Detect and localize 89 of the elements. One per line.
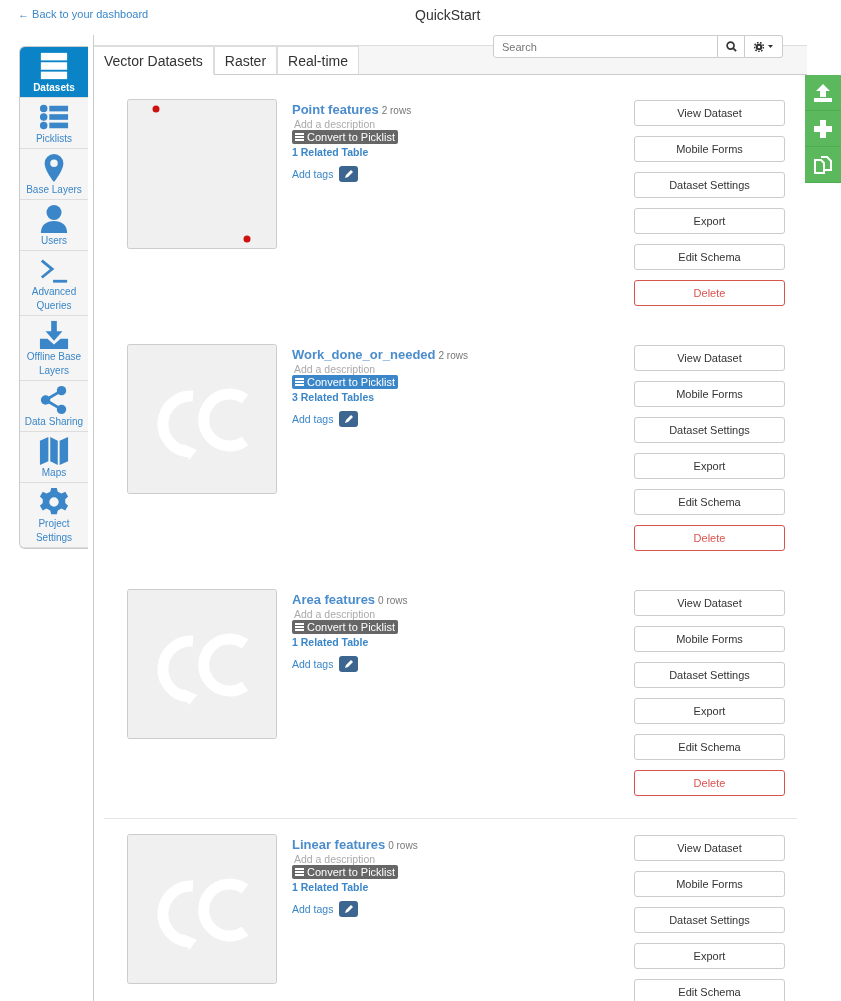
action-button[interactable]: Export [634,208,785,234]
settings-dropdown-button[interactable] [745,35,783,58]
add-tags-link[interactable]: Add tags [292,658,334,670]
related-tables-link[interactable]: 1 Related Table [292,636,369,648]
action-button[interactable]: View Dataset [634,100,785,126]
action-button[interactable]: Mobile Forms [634,136,785,162]
convert-to-picklist-button[interactable]: Convert to Picklist [292,375,399,389]
pencil-icon [343,904,354,914]
gear-icon [754,41,764,52]
dataset-name[interactable]: Work_done_or_needed [292,347,436,362]
description-placeholder[interactable]: Add a description [294,608,376,620]
gear-icon [39,487,69,517]
plus-icon [814,119,832,138]
action-button[interactable]: Mobile Forms [634,381,785,407]
delete-button[interactable]: Delete [634,280,785,306]
upload-icon [813,82,833,103]
caret-icon [768,45,773,48]
action-button[interactable]: Dataset Settings [634,907,785,933]
pencil-icon [343,414,354,424]
map-icon [39,436,69,466]
delete-button[interactable]: Delete [634,770,785,796]
action-button[interactable]: Edit Schema [634,244,785,270]
dataset-name[interactable]: Linear features [292,837,386,852]
sidebar-item[interactable]: Picklists [20,98,88,149]
page-title: QuickStart [415,7,481,23]
list-icon [295,378,304,386]
list-icon [39,102,69,132]
action-button[interactable]: Export [634,943,785,969]
description-placeholder[interactable]: Add a description [294,118,376,130]
dataset-name[interactable]: Point features [292,102,379,117]
sidebar-item[interactable]: Project Settings [20,483,88,548]
action-button[interactable]: View Dataset [634,345,785,371]
add-tags-link[interactable]: Add tags [292,413,334,425]
user-icon [39,204,69,234]
action-button[interactable]: Edit Schema [634,734,785,760]
sidebar-item[interactable]: Maps [20,432,88,483]
row-count: 0 rows [378,595,408,606]
pencil-icon [343,659,354,669]
edit-tags-button[interactable] [339,656,359,672]
sidebar-item[interactable]: Data Sharing [20,381,88,432]
action-button[interactable]: Mobile Forms [634,871,785,897]
action-button[interactable]: Mobile Forms [634,626,785,652]
action-button[interactable]: Edit Schema [634,489,785,515]
sidebar-item[interactable]: Users [20,200,88,251]
delete-button[interactable]: Delete [634,525,785,551]
convert-to-picklist-button[interactable]: Convert to Picklist [292,865,399,879]
sidebar-item[interactable]: Datasets [20,47,88,98]
search-field[interactable]: Search [493,35,718,58]
server-icon [39,51,69,81]
action-button[interactable]: Edit Schema [634,979,785,1001]
action-button[interactable]: Export [634,453,785,479]
row-count: 2 rows [438,350,468,361]
edit-tags-button[interactable] [339,166,359,182]
add-tags-link[interactable]: Add tags [292,903,334,915]
tab[interactable]: Raster [213,46,278,75]
search-button[interactable] [718,35,745,58]
list-icon [295,623,304,631]
related-tables-link[interactable]: 3 Related Tables [292,391,375,403]
action-button[interactable]: Dataset Settings [634,662,785,688]
action-button[interactable]: View Dataset [634,835,785,861]
search-icon [725,41,737,52]
action-button[interactable]: View Dataset [634,590,785,616]
row-count: 2 rows [381,105,412,116]
row-count: 0 rows [388,840,418,851]
copy-icon [813,154,833,175]
download-icon [39,320,69,350]
list-icon [295,868,304,876]
action-button[interactable]: Export [634,698,785,724]
sidebar-item[interactable]: Advanced Queries [20,251,88,316]
tab[interactable]: Real-time [277,46,359,75]
sidebar-item[interactable]: Offline Base Layers [20,316,88,381]
action-button[interactable]: Dataset Settings [634,417,785,443]
list-icon [295,133,304,141]
convert-to-picklist-button[interactable]: Convert to Picklist [292,130,399,144]
edit-tags-button[interactable] [339,901,359,917]
related-tables-link[interactable]: 1 Related Table [292,146,369,158]
action-button[interactable]: Dataset Settings [634,172,785,198]
add-tags-link[interactable]: Add tags [292,168,334,180]
description-placeholder[interactable]: Add a description [294,363,376,375]
pencil-icon [343,169,354,179]
related-tables-link[interactable]: 1 Related Table [292,881,369,893]
share-icon [39,385,69,415]
convert-to-picklist-button[interactable]: Convert to Picklist [292,620,399,634]
tab[interactable]: Vector Datasets [94,46,214,75]
edit-tags-button[interactable] [339,411,359,427]
description-placeholder[interactable]: Add a description [294,853,376,865]
back-link[interactable]: ← Back to your dashboard [18,8,149,20]
sidebar-item[interactable]: Base Layers [20,149,88,200]
dataset-name[interactable]: Area features [292,592,376,607]
